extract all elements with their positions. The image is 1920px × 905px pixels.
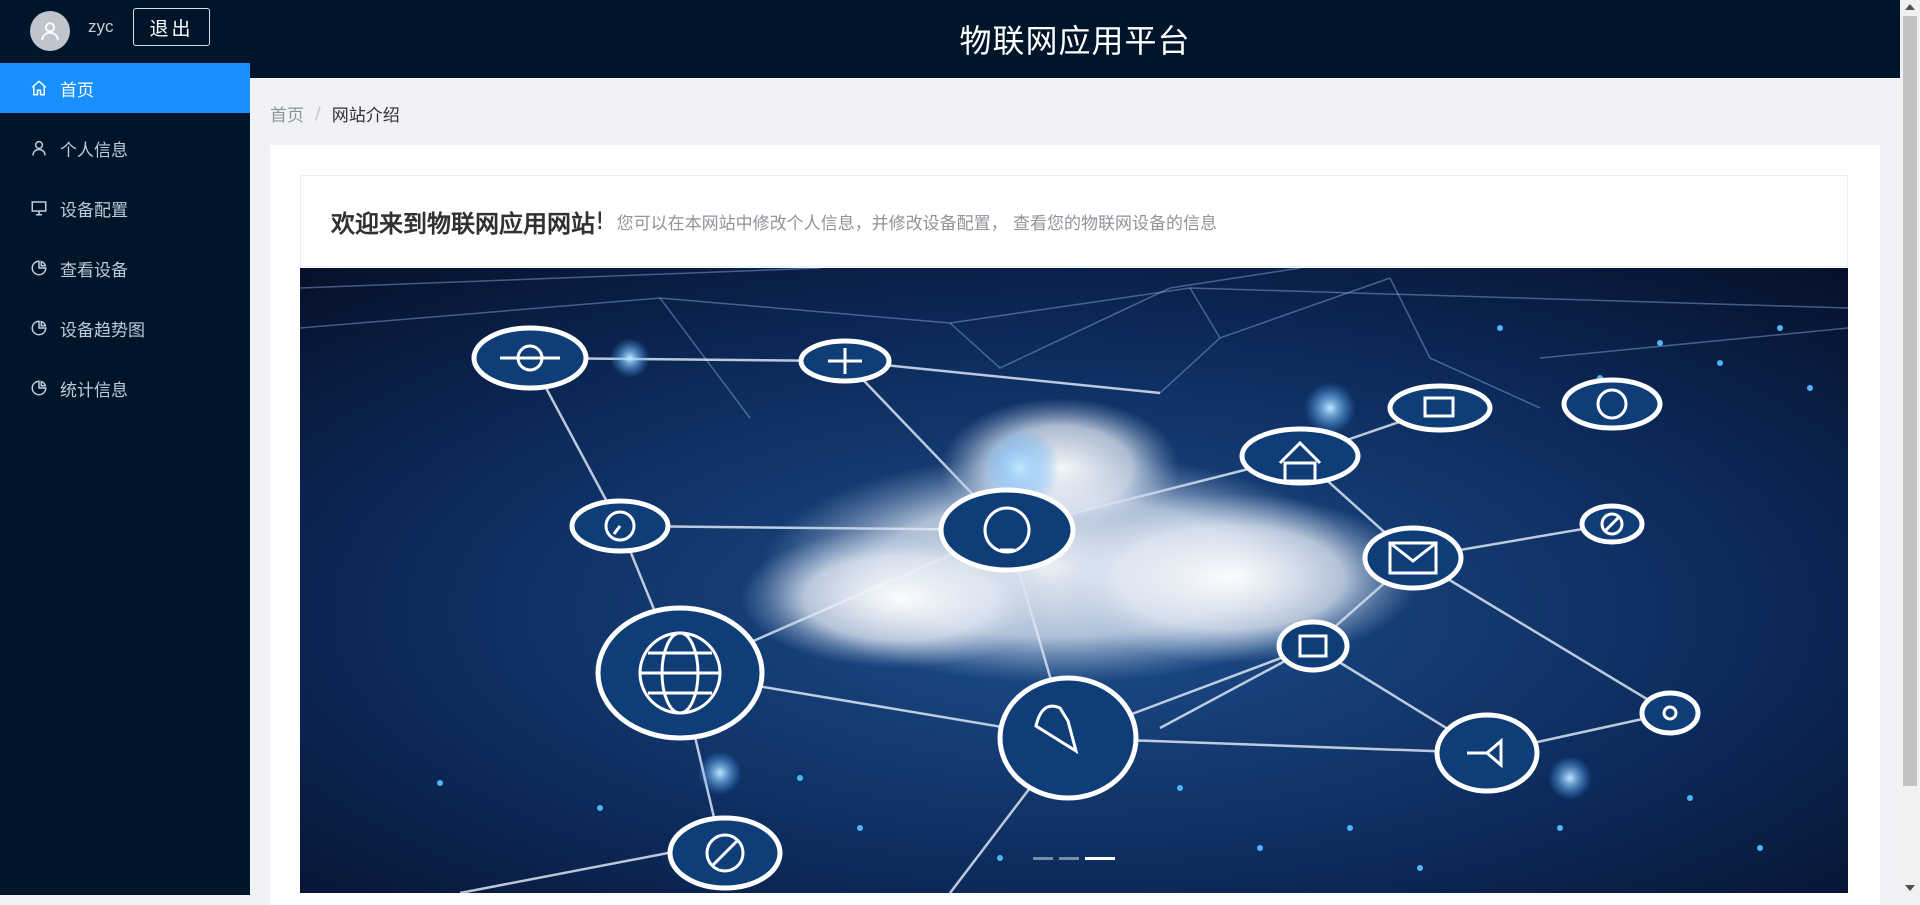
sidebar-item-statistics[interactable]: 统计信息 bbox=[0, 363, 250, 413]
user-area: zyc 退出 bbox=[0, 0, 250, 62]
sidebar-item-label: 个人信息 bbox=[60, 140, 128, 161]
sidebar-item-label: 首页 bbox=[60, 80, 94, 101]
sidebar-menu: 首页 个人信息 设备配置 查看设备 设备趋势图 统计信息 bbox=[0, 63, 250, 423]
pie-chart-icon bbox=[30, 318, 50, 338]
username: zyc bbox=[88, 17, 114, 36]
sidebar-item-label: 设备趋势图 bbox=[60, 320, 145, 341]
user-icon bbox=[30, 138, 50, 158]
user-avatar-icon bbox=[41, 22, 59, 41]
sidebar-item-label: 设备配置 bbox=[60, 200, 128, 221]
sidebar-item-home[interactable]: 首页 bbox=[0, 63, 250, 113]
sidebar-item-label: 统计信息 bbox=[60, 380, 128, 401]
sidebar-item-profile[interactable]: 个人信息 bbox=[0, 123, 250, 173]
welcome-description: 您可以在本网站中修改个人信息，并修改设备配置， 查看您的物联网设备的信息 bbox=[616, 213, 1218, 234]
top-header: 物联网应用平台 bbox=[250, 0, 1900, 78]
sidebar-item-view-devices[interactable]: 查看设备 bbox=[0, 243, 250, 293]
home-icon bbox=[30, 78, 50, 98]
scrollbar-thumb[interactable] bbox=[1903, 16, 1917, 786]
breadcrumb: 首页 / 网站介绍 bbox=[270, 101, 400, 127]
welcome-exclamation: ! bbox=[595, 207, 605, 235]
sidebar: zyc 退出 首页 个人信息 设备配置 查看设备 设备趋势图 统计信息 bbox=[0, 0, 250, 895]
breadcrumb-home[interactable]: 首页 bbox=[270, 101, 304, 126]
sidebar-item-device-trend[interactable]: 设备趋势图 bbox=[0, 303, 250, 353]
content-card: 欢迎来到物联网应用网站 ! 您可以在本网站中修改个人信息，并修改设备配置， 查看… bbox=[270, 145, 1880, 905]
scroll-up-arrow-icon[interactable] bbox=[1905, 4, 1915, 10]
logout-button[interactable]: 退出 bbox=[133, 8, 210, 46]
carousel-indicator-3[interactable] bbox=[1085, 857, 1115, 860]
welcome-box: 欢迎来到物联网应用网站 ! 您可以在本网站中修改个人信息，并修改设备配置， 查看… bbox=[300, 175, 1848, 267]
welcome-title: 欢迎来到物联网应用网站 bbox=[331, 209, 595, 238]
monitor-icon bbox=[30, 198, 50, 218]
iot-network-illustration bbox=[300, 268, 1848, 893]
carousel-indicator-2[interactable] bbox=[1059, 857, 1079, 860]
carousel-indicators bbox=[300, 857, 1848, 860]
breadcrumb-current: 网站介绍 bbox=[331, 106, 400, 126]
pie-chart-icon bbox=[30, 258, 50, 278]
carousel-banner[interactable] bbox=[300, 268, 1848, 893]
sidebar-item-label: 查看设备 bbox=[60, 260, 128, 281]
sidebar-item-device-config[interactable]: 设备配置 bbox=[0, 183, 250, 233]
scroll-down-arrow-icon[interactable] bbox=[1905, 885, 1915, 891]
avatar[interactable] bbox=[30, 11, 70, 51]
pie-chart-icon bbox=[30, 378, 50, 398]
app-title: 物联网应用平台 bbox=[959, 22, 1191, 60]
carousel-indicator-1[interactable] bbox=[1033, 857, 1053, 860]
vertical-scrollbar[interactable] bbox=[1900, 0, 1920, 895]
breadcrumb-separator: / bbox=[315, 103, 321, 124]
